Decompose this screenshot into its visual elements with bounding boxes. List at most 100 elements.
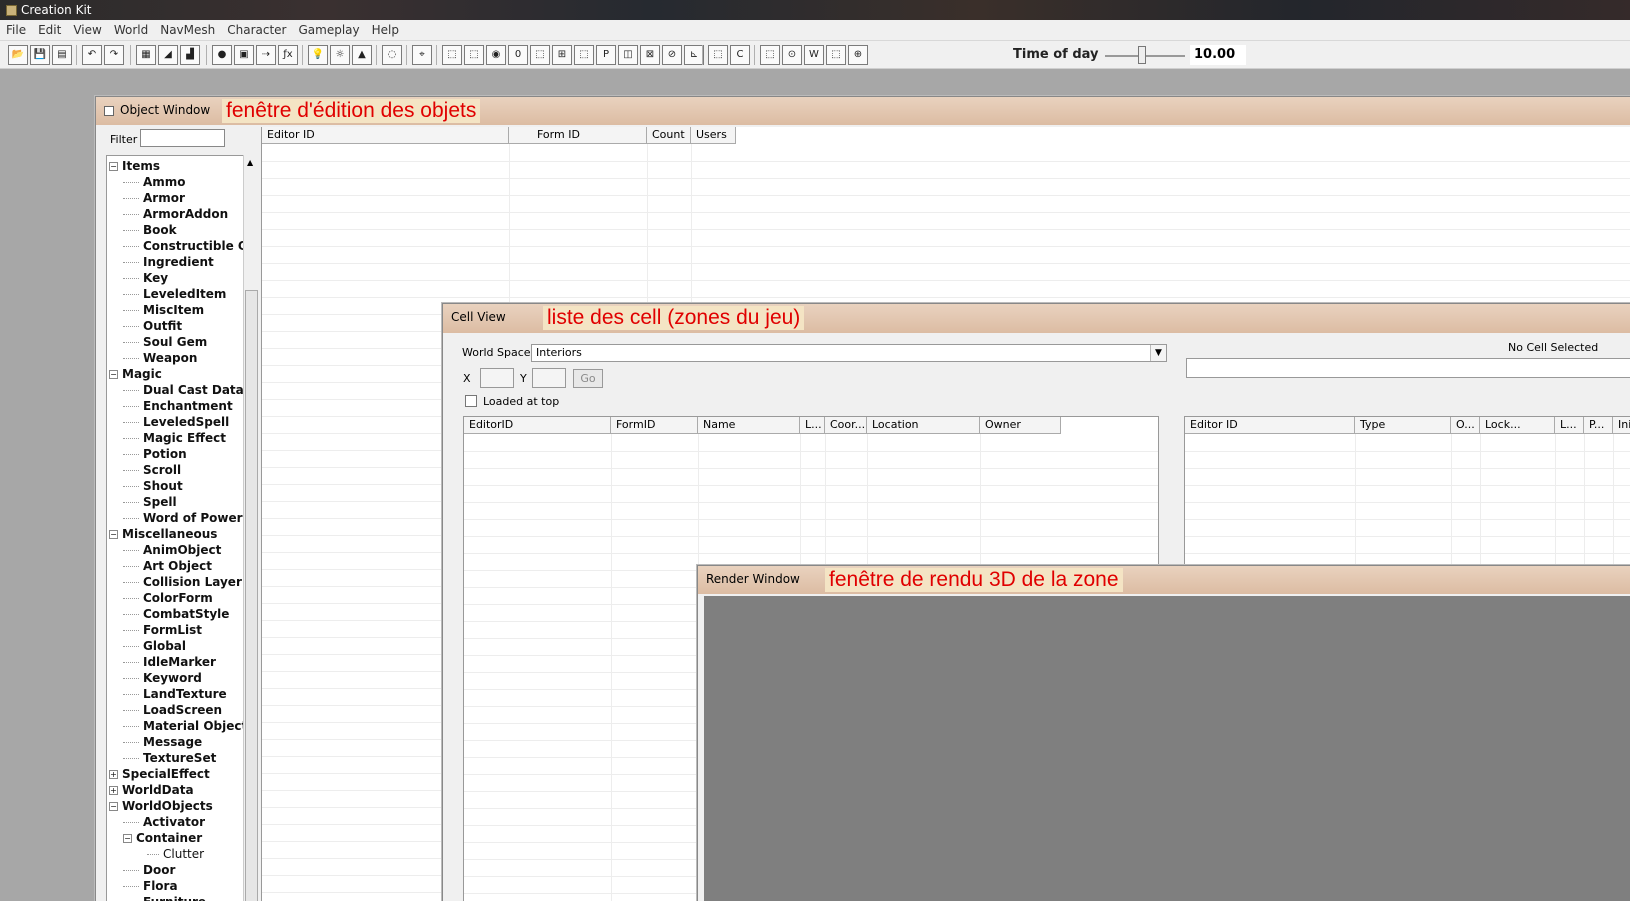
tree-item[interactable]: Flora [123,878,178,894]
tree-item[interactable]: MiscItem [123,302,204,318]
menu-help[interactable]: Help [366,20,405,39]
tree-item[interactable]: Shout [123,478,183,494]
collapse-icon[interactable]: − [109,802,118,811]
toolbar-button-1-icon[interactable]: 📂 [8,45,28,65]
menu-navmesh[interactable]: NavMesh [154,20,221,39]
toolbar-button-30-icon[interactable]: ⬚ [708,45,728,65]
tree-item[interactable]: Door [123,862,175,878]
tree-item[interactable]: Magic Effect [123,430,226,446]
menu-world[interactable]: World [108,20,154,39]
collapse-icon[interactable]: − [123,834,132,843]
toolbar-button-11-icon[interactable]: ⇢ [256,45,276,65]
time-of-day-slider-thumb[interactable] [1138,46,1146,64]
collapse-icon[interactable]: − [109,162,118,171]
tree-item[interactable]: Ingredient [123,254,214,270]
expand-icon[interactable]: + [109,770,118,779]
refs-column-0[interactable]: Editor ID [1185,417,1355,434]
collapse-icon[interactable]: − [109,530,118,539]
menu-character[interactable]: Character [221,20,292,39]
refs-column-2[interactable]: O... [1451,417,1480,434]
tree-item[interactable]: − Miscellaneous [109,526,217,542]
cells-column-5[interactable]: Location [867,417,980,434]
time-of-day-value[interactable]: 10.00 [1190,45,1246,65]
tree-item[interactable]: CombatStyle [123,606,229,622]
tree-item[interactable]: Material Object [123,718,247,734]
tree-item[interactable]: − Magic [109,366,162,382]
toolbar-button-6-icon[interactable]: ▦ [136,45,156,65]
toolbar-button-21-icon[interactable]: 0 [508,45,528,65]
menu-gameplay[interactable]: Gameplay [293,20,366,39]
tree-item[interactable]: − Container [123,830,202,846]
cells-column-3[interactable]: L... [800,417,825,434]
cells-column-6[interactable]: Owner [980,417,1061,434]
tree-item[interactable]: − WorldObjects [109,798,213,814]
refs-column-1[interactable]: Type [1355,417,1451,434]
toolbar-button-9-icon[interactable]: ● [212,45,232,65]
cells-column-1[interactable]: FormID [611,417,698,434]
tree-item[interactable]: FormList [123,622,202,638]
toolbar-button-5-icon[interactable]: ↷ [104,45,124,65]
cells-column-0[interactable]: EditorID [464,417,611,434]
tree-item[interactable]: TextureSet [123,750,216,766]
toolbar-button-13-icon[interactable]: 💡 [308,45,328,65]
tree-item[interactable]: Enchantment [123,398,233,414]
toolbar-button-36-icon[interactable]: ⊕ [848,45,868,65]
tree-item[interactable]: Global [123,638,186,654]
toolbar-button-15-icon[interactable]: ▲ [352,45,372,65]
tree-item[interactable]: Dual Cast Data [123,382,244,398]
tree-item[interactable]: + WorldData [109,782,194,798]
tree-item[interactable]: ColorForm [123,590,213,606]
world-space-select[interactable]: Interiors ▼ [531,344,1167,362]
menu-view[interactable]: View [67,20,107,39]
toolbar-button-3-icon[interactable]: ▤ [52,45,72,65]
tree-item[interactable]: LeveledSpell [123,414,229,430]
tree-item[interactable]: Soul Gem [123,334,207,350]
tree-item[interactable]: Spell [123,494,177,510]
tree-item[interactable]: AnimObject [123,542,221,558]
tree-item[interactable]: Furniture [123,894,206,901]
toolbar-button-2-icon[interactable]: 💾 [30,45,50,65]
toolbar-button-19-icon[interactable]: ⬚ [464,45,484,65]
toolbar-button-22-icon[interactable]: ⬚ [530,45,550,65]
expand-icon[interactable]: + [109,786,118,795]
toolbar-button-34-icon[interactable]: W [804,45,824,65]
toolbar-button-32-icon[interactable]: ⬚ [760,45,780,65]
object-window-titlebar[interactable]: Object Window fenêtre d'édition des obje… [96,97,1630,125]
object-category-tree[interactable]: − Items Ammo Armor ArmorAddon Book Constructib… [106,155,256,901]
render-viewport[interactable] [704,596,1630,901]
tree-item[interactable]: Outfit [123,318,182,334]
refs-column-3[interactable]: Lock... [1480,417,1555,434]
toolbar-button-24-icon[interactable]: ⬚ [574,45,594,65]
column-editor-id[interactable]: Editor ID [262,127,509,144]
toolbar-button-27-icon[interactable]: ⊠ [640,45,660,65]
column-users[interactable]: Users [691,127,736,144]
toolbar-button-7-icon[interactable]: ◢ [158,45,178,65]
tree-scrollbar[interactable]: ▲ [243,155,259,901]
toolbar-button-8-icon[interactable]: ▟ [180,45,200,65]
scroll-up-icon[interactable]: ▲ [247,158,253,167]
loaded-at-top-checkbox[interactable] [465,395,477,407]
tree-item[interactable]: Ammo [123,174,186,190]
menu-file[interactable]: File [0,20,32,39]
tree-item[interactable]: Weapon [123,350,197,366]
toolbar-button-20-icon[interactable]: ◉ [486,45,506,65]
toolbar-button-18-icon[interactable]: ⬚ [442,45,462,65]
tree-item[interactable]: + SpecialEffect [109,766,210,782]
tree-item[interactable]: Scroll [123,462,181,478]
tree-item[interactable]: Keyword [123,670,202,686]
tree-item[interactable]: Key [123,270,168,286]
tree-item[interactable]: ArmorAddon [123,206,228,222]
toolbar-button-26-icon[interactable]: ◫ [618,45,638,65]
filter-input[interactable] [140,129,225,147]
tree-item[interactable]: Collision Layer [123,574,242,590]
render-window-titlebar[interactable]: Render Window fenêtre de rendu 3D de la … [698,566,1630,594]
cells-column-2[interactable]: Name [698,417,800,434]
x-coordinate-input[interactable] [480,368,514,388]
toolbar-button-28-icon[interactable]: ⊘ [662,45,682,65]
column-count[interactable]: Count [647,127,691,144]
cell-view-titlebar[interactable]: Cell View liste des cell (zones du jeu) [443,304,1630,333]
toolbar-button-31-icon[interactable]: C [730,45,750,65]
tree-item[interactable]: Armor [123,190,185,206]
refs-column-4[interactable]: L... [1555,417,1584,434]
tree-item[interactable]: Word of Power [123,510,243,526]
